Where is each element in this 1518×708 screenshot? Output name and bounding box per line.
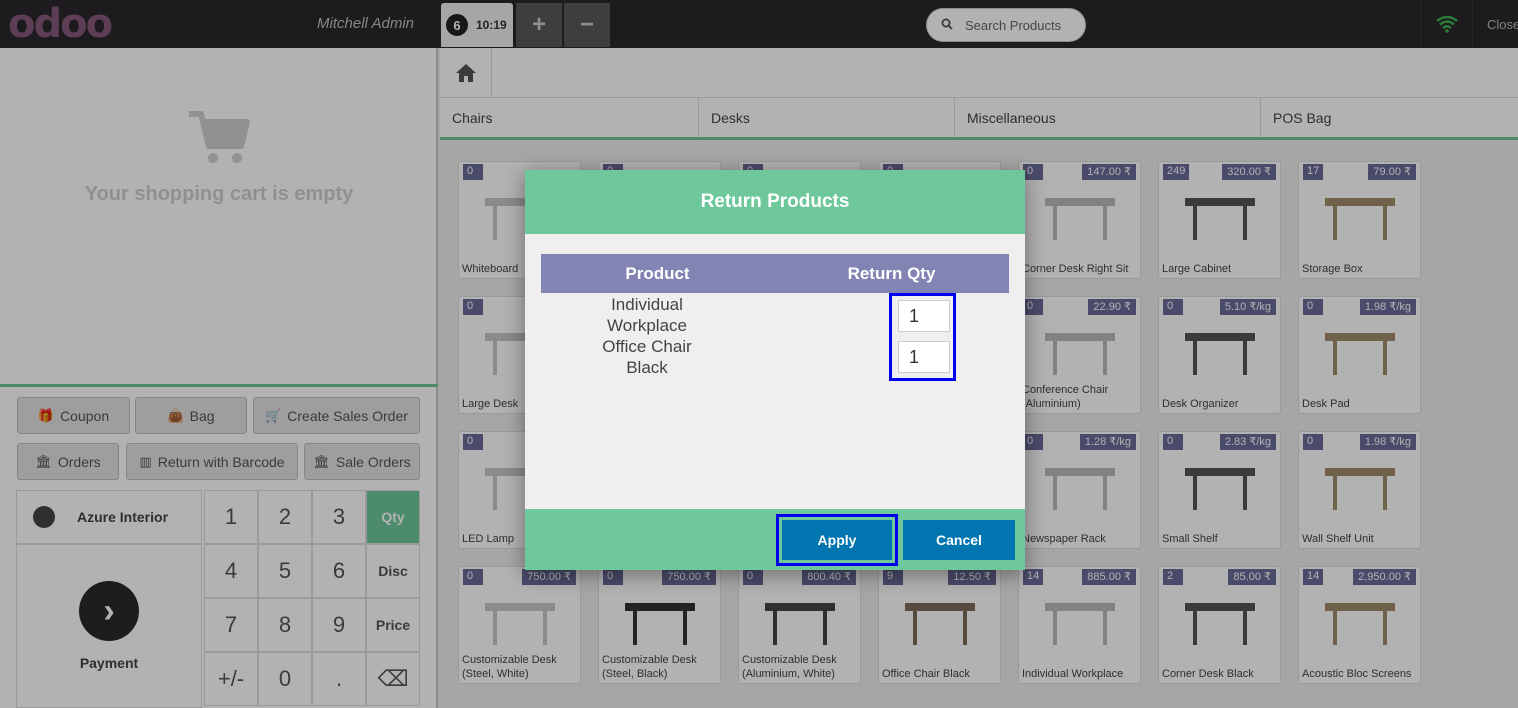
apply-button[interactable]: Apply bbox=[782, 520, 892, 560]
return-qty-input[interactable]: 1 bbox=[898, 341, 950, 373]
column-product: Product bbox=[625, 263, 690, 283]
dialog-title: Return Products bbox=[525, 170, 1025, 234]
product-name-line: Individual bbox=[611, 295, 683, 314]
cancel-button[interactable]: Cancel bbox=[903, 520, 1015, 560]
column-return-qty: Return Qty bbox=[847, 263, 936, 283]
dialog-footer: Apply Cancel bbox=[525, 509, 1025, 570]
product-name-line: Workplace bbox=[607, 316, 687, 335]
apply-focus-ring: Apply bbox=[776, 514, 898, 566]
return-products-dialog: Return Products Product Return Qty Indiv… bbox=[525, 170, 1025, 570]
return-product-name: Individual Workplace Office Chair Black bbox=[541, 294, 753, 378]
return-table-header: Product Return Qty bbox=[541, 254, 1009, 293]
return-qty-input[interactable]: 1 bbox=[898, 300, 950, 332]
return-qty-group: 1 1 bbox=[889, 293, 956, 381]
product-name-line: Office Chair bbox=[602, 337, 692, 356]
product-name-line: Black bbox=[626, 358, 668, 377]
